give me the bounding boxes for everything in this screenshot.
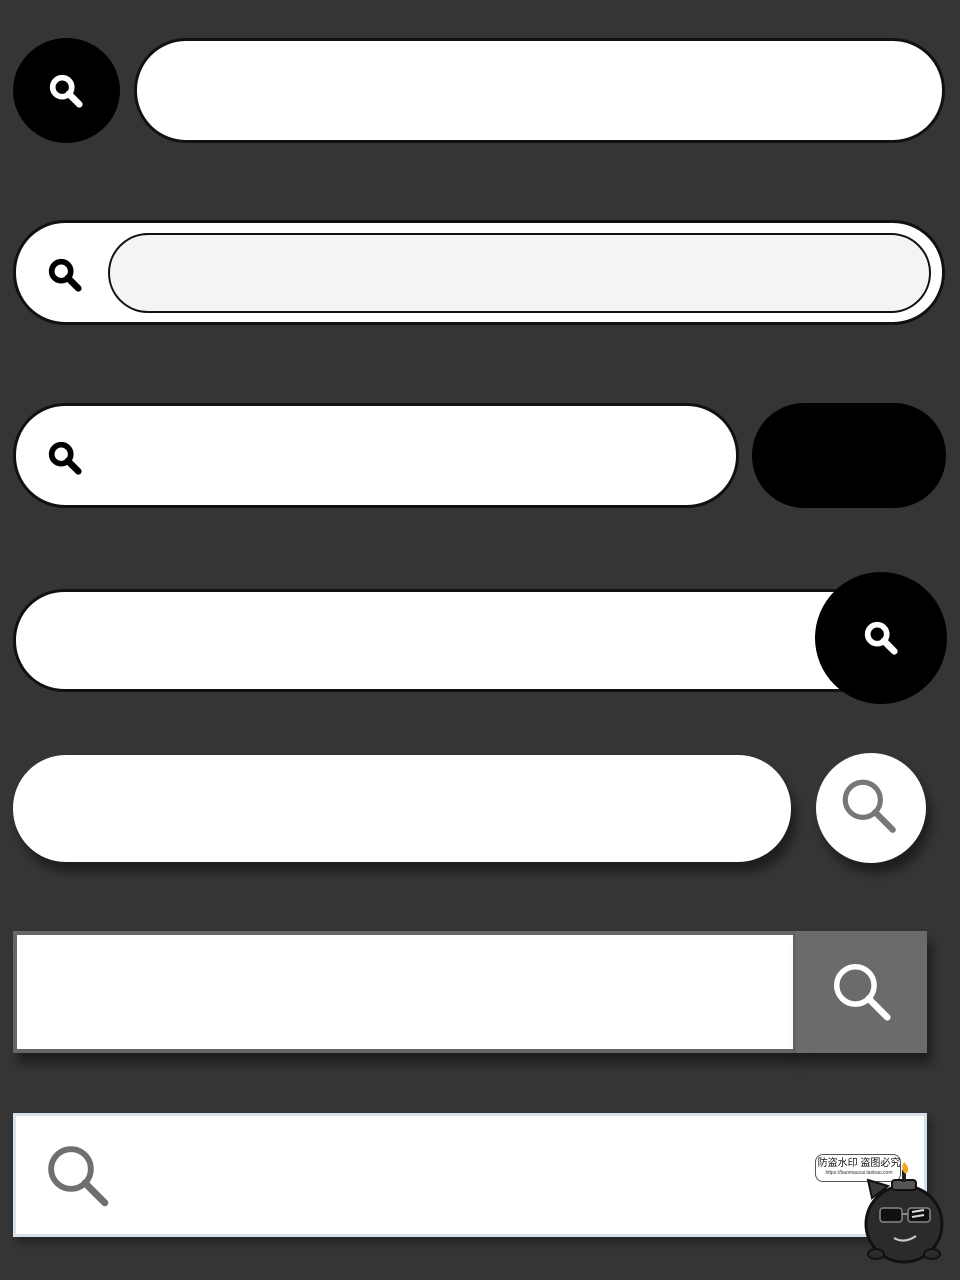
search-input-4[interactable]: [56, 622, 796, 662]
search-bar-1: [134, 38, 945, 143]
search-icon: [838, 775, 900, 837]
search-input-6[interactable]: [47, 973, 747, 1013]
search-button-3[interactable]: [752, 403, 946, 508]
search-icon: [46, 439, 84, 477]
watermark-mascot-icon: [864, 1162, 944, 1264]
search-icon: [829, 959, 895, 1025]
search-bar-6: [13, 931, 797, 1053]
search-button-1[interactable]: [13, 38, 120, 143]
search-field-2: [108, 233, 931, 313]
search-bar-3: [13, 403, 739, 508]
search-icon[interactable]: [46, 256, 84, 294]
search-button-4[interactable]: [815, 572, 947, 704]
search-button-6[interactable]: [796, 931, 927, 1053]
search-button-5[interactable]: [816, 753, 926, 863]
search-input-7[interactable]: [131, 1156, 791, 1196]
search-bar-7: [13, 1113, 927, 1237]
search-input-5[interactable]: [53, 788, 743, 828]
search-bar-4: [13, 589, 908, 692]
search-icon: [47, 72, 85, 110]
search-input-3[interactable]: [106, 436, 706, 476]
search-icon[interactable]: [43, 1141, 113, 1211]
search-bar-5: [13, 755, 791, 862]
search-input-1[interactable]: [177, 71, 897, 111]
search-input-2[interactable]: [140, 253, 890, 293]
search-icon: [862, 619, 900, 657]
